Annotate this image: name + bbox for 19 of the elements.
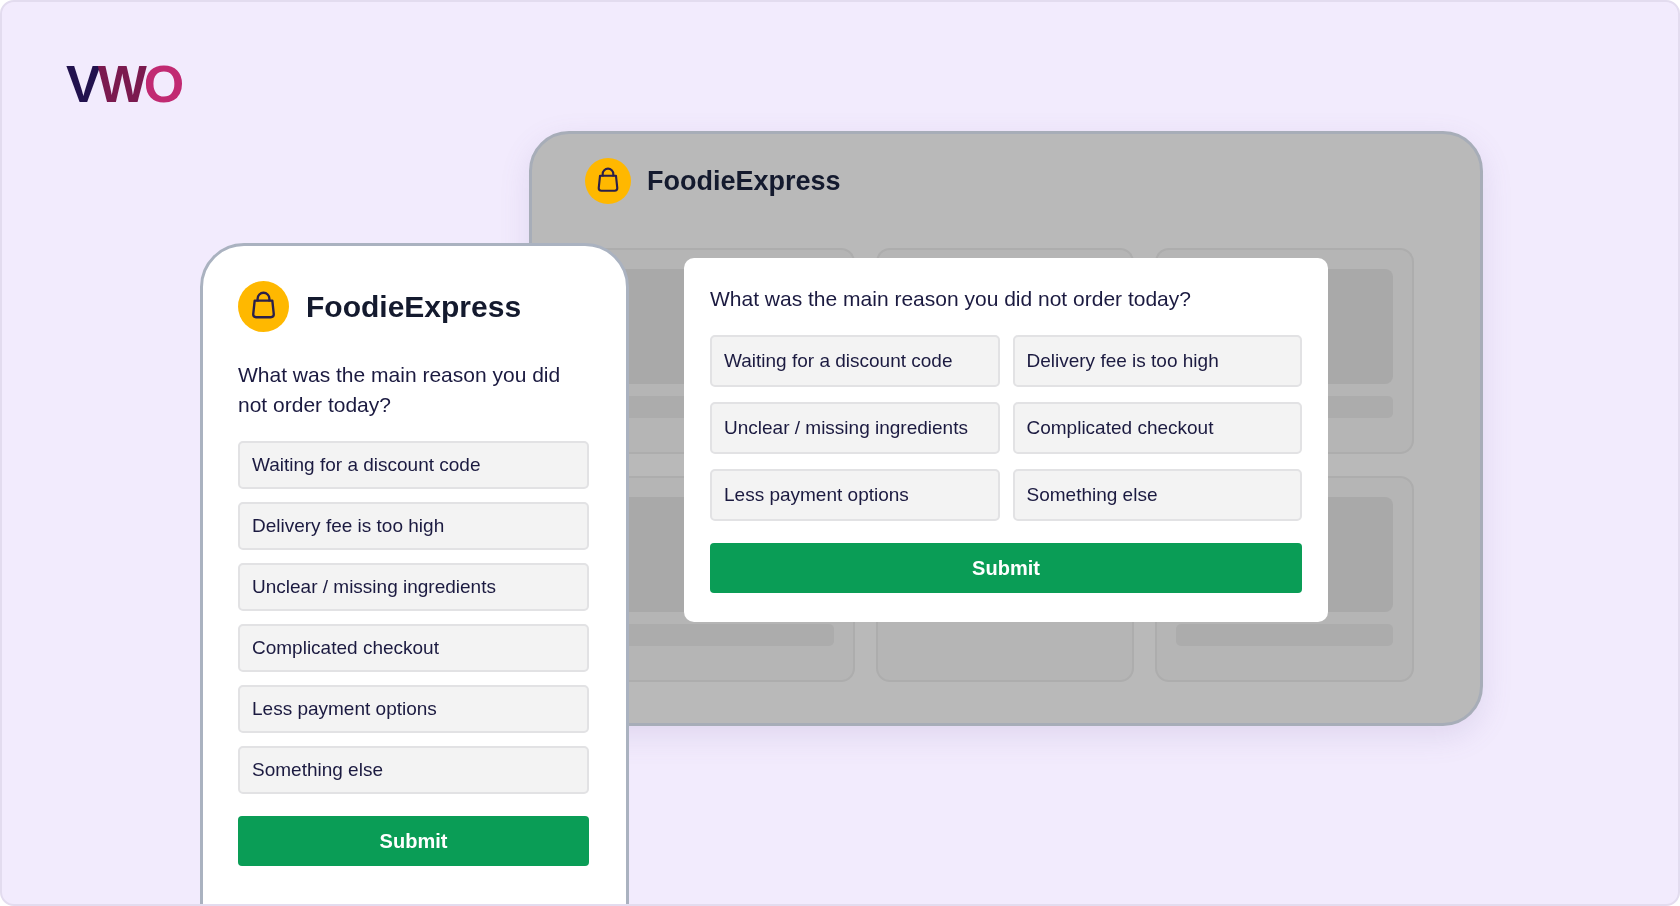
survey-question: What was the main reason you did not order today? xyxy=(710,286,1192,312)
brand-name: FoodieExpress xyxy=(647,165,841,197)
survey-question: What was the main reason you did not order today? xyxy=(238,362,562,418)
answer-option[interactable]: Waiting for a discount code xyxy=(710,335,1000,387)
brand-logo: VWO xyxy=(66,58,182,110)
answer-option[interactable]: Waiting for a discount code xyxy=(238,441,589,489)
answer-option[interactable]: Less payment options xyxy=(238,685,589,733)
brand-name: FoodieExpress xyxy=(306,289,522,324)
answer-option[interactable]: Delivery fee is too high xyxy=(1012,335,1302,387)
answer-option[interactable]: Unclear / missing ingredients xyxy=(710,402,1000,454)
submit-button[interactable]: Submit xyxy=(238,816,589,866)
answer-option[interactable]: Something else xyxy=(238,746,589,794)
answer-option[interactable]: Delivery fee is too high xyxy=(238,502,589,550)
answer-option[interactable]: Unclear / missing ingredients xyxy=(238,563,589,611)
answer-option[interactable]: Complicated checkout xyxy=(1012,402,1302,454)
answer-option[interactable]: Something else xyxy=(1012,469,1302,521)
answer-option[interactable]: Less payment options xyxy=(710,469,1000,521)
answer-option[interactable]: Complicated checkout xyxy=(238,624,589,672)
submit-button[interactable]: Submit xyxy=(710,543,1302,593)
